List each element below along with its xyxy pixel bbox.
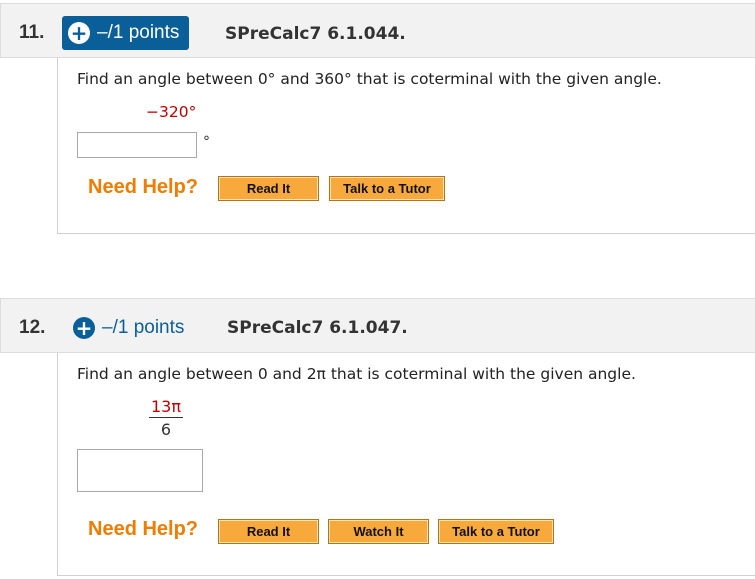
question-number: 11. <box>19 22 45 43</box>
question-11-header: 11. + –/1 points SPreCalc7 6.1.044. <box>0 3 755 58</box>
question-prompt: Find an angle between 0° and 360° that i… <box>77 70 662 88</box>
answer-input[interactable] <box>77 132 197 158</box>
plus-icon: + <box>68 22 90 44</box>
question-number: 12. <box>19 317 46 338</box>
answer-input[interactable] <box>77 449 203 492</box>
question-source: SPreCalc7 6.1.047. <box>227 318 408 338</box>
degree-unit: ° <box>203 134 210 150</box>
watch-it-button[interactable]: Watch It <box>328 519 429 544</box>
talk-to-tutor-button[interactable]: Talk to a Tutor <box>438 519 554 544</box>
fraction-denominator: 6 <box>160 420 172 439</box>
points-toggle-button[interactable]: + –/1 points <box>62 16 190 50</box>
question-12-header: 12. + –/1 points SPreCalc7 6.1.047. <box>0 298 755 353</box>
need-help-label: Need Help? <box>88 518 199 540</box>
points-label: –/1 points <box>102 317 185 338</box>
fraction-numerator: 13π <box>149 397 183 418</box>
need-help-label: Need Help? <box>88 176 199 198</box>
question-11-body: Find an angle between 0° and 360° that i… <box>57 58 755 234</box>
question-source: SPreCalc7 6.1.044. <box>225 24 406 44</box>
talk-to-tutor-button[interactable]: Talk to a Tutor <box>329 176 445 201</box>
points-toggle-button[interactable]: + –/1 points <box>73 311 188 345</box>
given-angle: −320° <box>146 103 197 121</box>
question-prompt: Find an angle between 0 and 2π that is c… <box>77 365 636 383</box>
given-fraction: 13π 6 <box>146 397 186 439</box>
read-it-button[interactable]: Read It <box>218 519 319 544</box>
read-it-button[interactable]: Read It <box>218 176 319 201</box>
question-12-body: Find an angle between 0 and 2π that is c… <box>57 353 755 576</box>
points-label: –/1 points <box>97 22 180 43</box>
plus-icon: + <box>73 317 95 339</box>
